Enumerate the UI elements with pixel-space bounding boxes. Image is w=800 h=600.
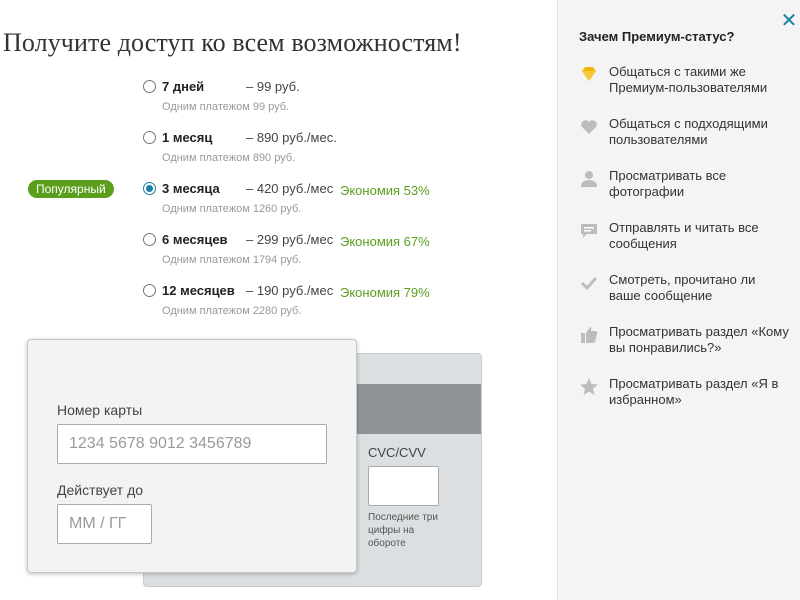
expiry-input[interactable] — [57, 504, 152, 544]
plan-duration: 7 дней — [162, 79, 205, 94]
expiry-label: Действует до — [57, 482, 144, 498]
plan-duration: 12 месяцев — [162, 283, 235, 298]
benefit-text: Просматривать раздел «Я в избранном» — [609, 376, 779, 407]
plan-radio[interactable] — [143, 233, 156, 246]
cvc-label: CVC/CVV — [368, 445, 426, 460]
plan-note: Одним платежом 1260 руб. — [162, 203, 302, 215]
benefit-text: Общаться с подходящими пользователями — [609, 116, 768, 147]
plan-price: – 190 руб./мес — [246, 283, 334, 298]
person-icon — [579, 169, 599, 189]
benefits-sidebar: ✕ Зачем Премиум-статус? Общаться с таким… — [557, 0, 800, 600]
plan-price: – 890 руб./мес. — [246, 130, 337, 145]
diamond-icon — [579, 65, 599, 85]
plan-duration: 6 месяцев — [162, 232, 228, 247]
plan-radio[interactable] — [143, 80, 156, 93]
benefit-text: Смотреть, прочитано ли ваше сообщение — [609, 272, 756, 303]
benefit-text: Просматривать раздел «Кому вы понравилис… — [609, 324, 789, 355]
plan-radio-selected[interactable] — [143, 182, 156, 195]
chat-icon — [579, 221, 599, 241]
benefit-text: Просматривать все фотографии — [609, 168, 727, 199]
checkmark-icon — [579, 273, 599, 293]
plan-savings: Экономия 67% — [340, 234, 430, 249]
page-title: Получите доступ ко всем возможностям! — [3, 28, 462, 57]
plan-price: – 99 руб. — [246, 79, 300, 94]
sidebar-title: Зачем Премиум-статус? — [579, 29, 735, 44]
cvc-input[interactable] — [368, 466, 439, 506]
card-number-input[interactable] — [57, 424, 327, 464]
benefit-text: Отправлять и читать все сообщения — [609, 220, 759, 251]
plan-note: Одним платежом 1794 руб. — [162, 254, 302, 266]
plan-radio[interactable] — [143, 284, 156, 297]
plan-option-1-month[interactable]: 1 месяц – 890 руб./мес. Одним платежом 8… — [0, 127, 557, 177]
plan-option-7-days[interactable]: 7 дней – 99 руб. Одним платежом 99 руб. — [0, 76, 557, 126]
plan-note: Одним платежом 99 руб. — [162, 101, 290, 113]
card-front: Номер карты Действует до — [27, 339, 357, 573]
card-number-label: Номер карты — [57, 402, 143, 418]
popular-badge: Популярный — [28, 180, 114, 198]
plan-note: Одним платежом 2280 руб. — [162, 305, 302, 317]
close-icon[interactable]: ✕ — [778, 10, 800, 32]
plan-duration: 1 месяц — [162, 130, 213, 145]
cvc-hint: Последние три цифры на обороте — [368, 512, 438, 549]
plan-radio[interactable] — [143, 131, 156, 144]
heart-icon — [579, 117, 599, 137]
plan-savings: Экономия 53% — [340, 183, 430, 198]
main-panel: Получите доступ ко всем возможностям! 7 … — [0, 0, 557, 600]
plan-option-12-months[interactable]: 12 месяцев – 190 руб./мес Экономия 79% О… — [0, 280, 557, 330]
benefit-text: Общаться с такими же Премиум-пользовател… — [609, 64, 768, 95]
plan-price: – 420 руб./мес — [246, 181, 334, 196]
star-icon — [579, 377, 599, 397]
plan-savings: Экономия 79% — [340, 285, 430, 300]
plan-price: – 299 руб./мес — [246, 232, 334, 247]
thumbs-up-icon — [579, 325, 599, 345]
plan-duration: 3 месяца — [162, 181, 220, 196]
plan-option-3-months[interactable]: Популярный 3 месяца – 420 руб./мес Эконо… — [0, 178, 557, 228]
plan-option-6-months[interactable]: 6 месяцев – 299 руб./мес Экономия 67% Од… — [0, 229, 557, 279]
plan-note: Одним платежом 890 руб. — [162, 152, 296, 164]
